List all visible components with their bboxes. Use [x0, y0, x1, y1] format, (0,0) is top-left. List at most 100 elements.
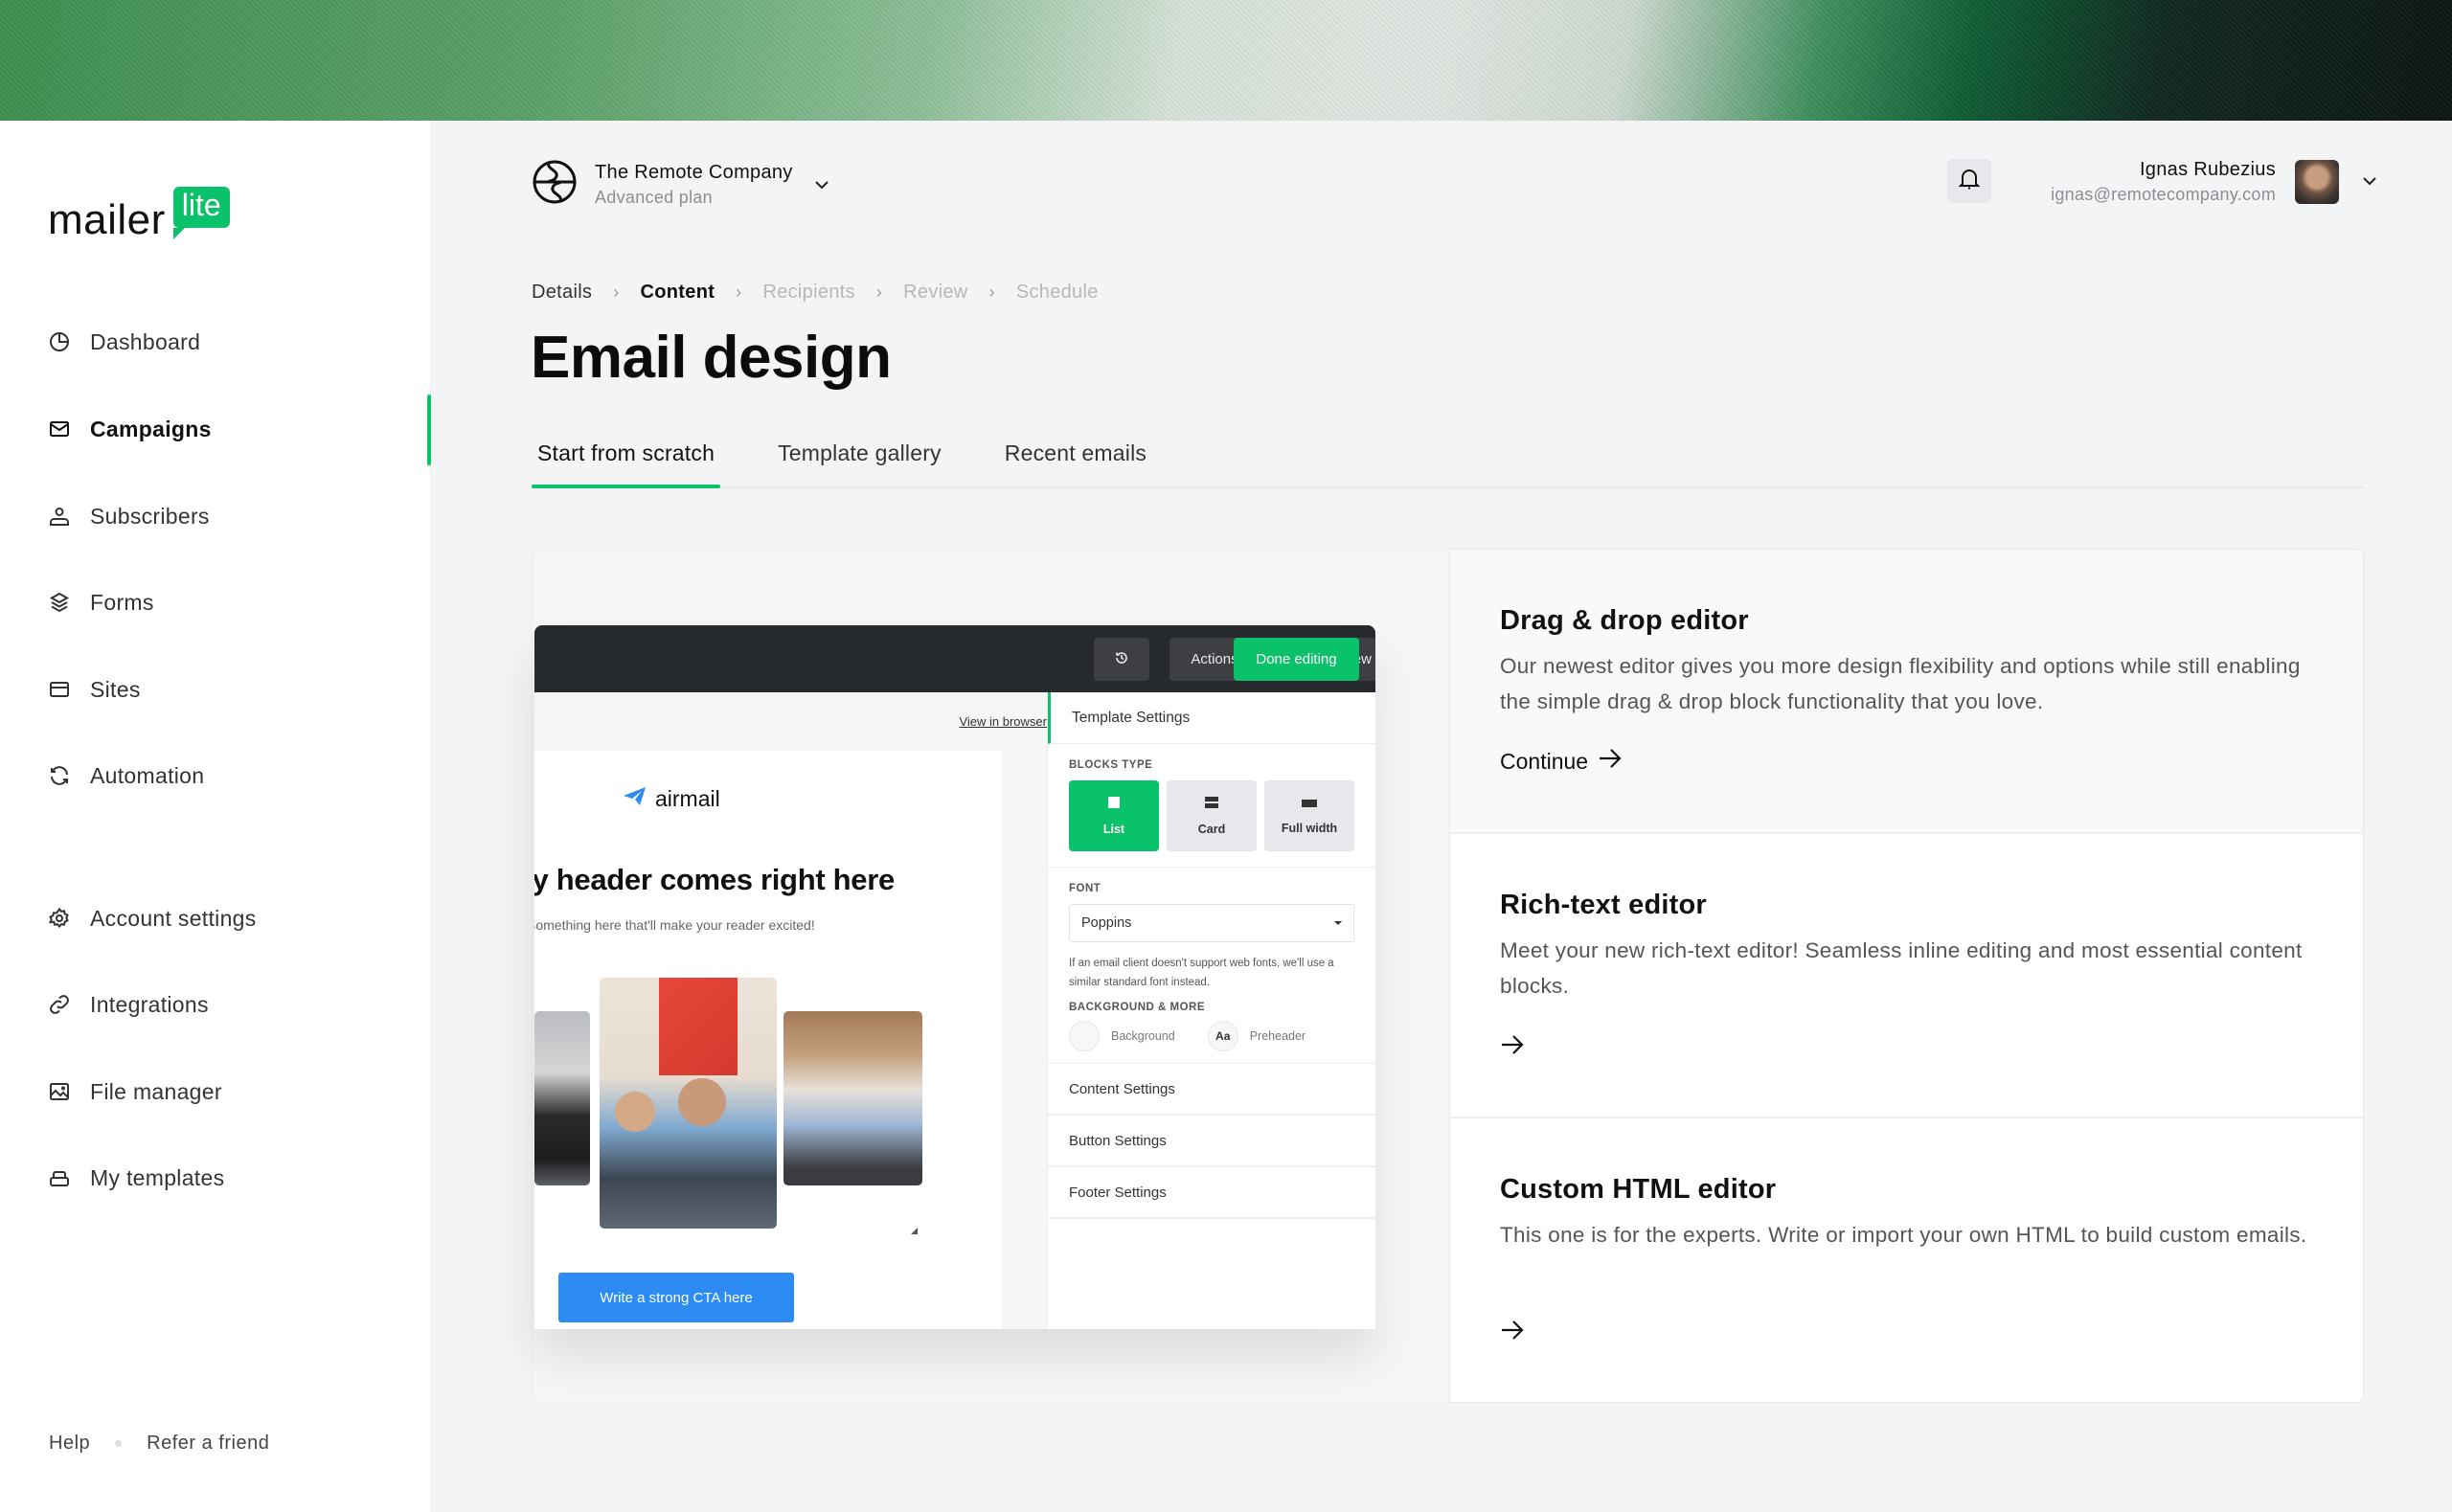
editor-card-title: Drag & drop editor: [1500, 605, 1749, 636]
main-content: The Remote Company Advanced plan Ignas R…: [431, 121, 2452, 1512]
block-type-list[interactable]: List: [1069, 780, 1159, 851]
sidebar-item-campaigns[interactable]: Campaigns: [48, 410, 212, 448]
account-switcher[interactable]: The Remote Company Advanced plan: [532, 159, 829, 210]
template-settings-header[interactable]: Template Settings: [1048, 692, 1375, 744]
chevron-right-icon: ›: [613, 282, 620, 302]
browser-window-icon: [48, 678, 71, 701]
breadcrumb-review[interactable]: Review: [903, 282, 967, 304]
chevron-right-icon: ›: [988, 282, 995, 302]
sidebar-item-my-templates[interactable]: My templates: [48, 1159, 224, 1197]
template-settings-panel: Template Settings BLOCKS TYPE List Card: [1047, 692, 1375, 1329]
pie-chart-icon: [48, 330, 71, 353]
continue-link[interactable]: [1500, 1034, 1525, 1061]
full-width-icon: [1302, 797, 1317, 810]
sidebar-item-label: Campaigns: [90, 416, 212, 441]
bell-icon: [1958, 168, 1981, 195]
background-label: BACKGROUND & MORE: [1069, 1002, 1206, 1013]
editor-card-description: This one is for the experts. Write or im…: [1500, 1223, 2307, 1247]
sidebar-item-label: Sites: [90, 676, 141, 702]
block-type-card[interactable]: Card: [1167, 780, 1257, 851]
editor-selection-panel: Actions Preview and test Done editing Vi…: [532, 549, 2364, 1403]
sidebar-item-label: Dashboard: [90, 328, 201, 354]
refer-friend-link[interactable]: Refer a friend: [147, 1433, 269, 1455]
content-settings-item[interactable]: Content Settings: [1048, 1064, 1375, 1116]
breadcrumb-details[interactable]: Details: [532, 282, 592, 304]
email-brand: airmail: [624, 786, 720, 812]
sidebar-item-label: My templates: [90, 1164, 225, 1190]
background-color-swatch[interactable]: [1069, 1021, 1100, 1051]
editor-card-description: Meet your new rich-text editor! Seamless…: [1500, 938, 2303, 998]
editor-card-custom-html[interactable]: Custom HTML editor This one is for the e…: [1450, 1118, 2363, 1402]
view-in-browser-link[interactable]: View in browser: [951, 714, 1047, 729]
globe-icon: [532, 159, 578, 210]
layers-icon: [48, 591, 71, 614]
sidebar-item-label: Subscribers: [90, 503, 210, 529]
done-editing-button[interactable]: Done editing: [1234, 638, 1359, 681]
preheader-button[interactable]: Aa: [1207, 1021, 1238, 1051]
chevron-right-icon: ›: [736, 282, 742, 302]
tab-template-gallery[interactable]: Template gallery: [772, 425, 947, 486]
gear-icon: [48, 907, 71, 930]
sidebar-item-label: Account settings: [90, 905, 257, 931]
tab-recent-emails[interactable]: Recent emails: [999, 425, 1152, 486]
tab-start-from-scratch[interactable]: Start from scratch: [532, 425, 721, 488]
editor-preview: Actions Preview and test Done editing Vi…: [532, 549, 1449, 1403]
email-canvas: View in browser airmail My header comes …: [534, 692, 1047, 1329]
email-cta-button[interactable]: Write a strong CTA here: [558, 1273, 794, 1322]
continue-link[interactable]: [1500, 1320, 1525, 1346]
sidebar-item-subscribers[interactable]: Subscribers: [48, 497, 210, 535]
resize-handle[interactable]: [911, 1228, 918, 1234]
editor-card-title: Rich-text editor: [1500, 890, 1707, 920]
breadcrumb-schedule[interactable]: Schedule: [1016, 282, 1099, 304]
sidebar-item-forms[interactable]: Forms: [48, 583, 154, 621]
sidebar-item-label: File manager: [90, 1078, 222, 1104]
preheader-option-label: Preheader: [1249, 1029, 1306, 1043]
refresh-icon: [48, 764, 71, 787]
sidebar-item-sites[interactable]: Sites: [48, 670, 141, 709]
logo-wordmark: mailer: [48, 196, 166, 243]
chevron-down-icon: [814, 177, 829, 194]
avatar: [2295, 160, 2339, 204]
plan-name: Advanced plan: [595, 187, 713, 207]
sidebar: mailer lite Dashboard Campaigns Subscrib…: [0, 121, 431, 1512]
sidebar-item-automation[interactable]: Automation: [48, 756, 204, 795]
paper-plane-icon: [624, 786, 655, 812]
user-menu[interactable]: Ignas Rubezius ignas@remotecompany.com: [2051, 159, 2377, 205]
email-heading[interactable]: My header comes right here: [534, 863, 895, 897]
sidebar-item-account-settings[interactable]: Account settings: [48, 899, 257, 937]
user-name: Ignas Rubezius: [2139, 159, 2276, 180]
email-photo: [600, 978, 777, 1229]
link-icon: [48, 993, 71, 1016]
sidebar-item-label: Integrations: [90, 991, 209, 1017]
breadcrumb-content[interactable]: Content: [641, 282, 715, 304]
button-settings-item[interactable]: Button Settings: [1048, 1116, 1375, 1167]
square-icon: [1108, 796, 1120, 811]
top-banner: [0, 0, 2452, 121]
editor-card-rich-text[interactable]: Rich-text editor Meet your new rich-text…: [1450, 834, 2363, 1118]
editor-card-drag-drop[interactable]: Drag & drop editor Our newest editor giv…: [1450, 550, 2363, 834]
footer-settings-item[interactable]: Footer Settings: [1048, 1167, 1375, 1219]
card-icon: [1205, 796, 1218, 811]
separator-dot: [115, 1440, 123, 1447]
history-button[interactable]: [1094, 638, 1149, 681]
email-photo: [534, 1011, 590, 1185]
block-type-full-width[interactable]: Full width: [1264, 780, 1354, 851]
notifications-button[interactable]: [1947, 159, 1991, 203]
editor-options: Drag & drop editor Our newest editor giv…: [1449, 549, 2364, 1403]
background-option-label: Background: [1111, 1029, 1175, 1043]
sidebar-item-dashboard[interactable]: Dashboard: [48, 323, 200, 361]
mailerlite-logo[interactable]: mailer lite: [48, 184, 230, 241]
help-link[interactable]: Help: [49, 1433, 90, 1455]
editor-card-description: Our newest editor gives you more design …: [1500, 654, 2301, 713]
sidebar-item-file-manager[interactable]: File manager: [48, 1072, 222, 1111]
sidebar-item-integrations[interactable]: Integrations: [48, 985, 209, 1024]
continue-link[interactable]: Continue: [1500, 748, 1623, 775]
page-title: Email design: [531, 325, 892, 391]
email-subheading[interactable]: Something here that'll make your reader …: [534, 917, 815, 933]
mock-toolbar: Actions Preview and test Done editing: [534, 625, 1375, 692]
font-label: FONT: [1069, 883, 1101, 894]
font-select[interactable]: Poppins: [1069, 904, 1354, 942]
company-name: The Remote Company: [595, 161, 793, 183]
breadcrumb-recipients[interactable]: Recipients: [762, 282, 854, 304]
continue-label: Continue: [1500, 748, 1589, 774]
